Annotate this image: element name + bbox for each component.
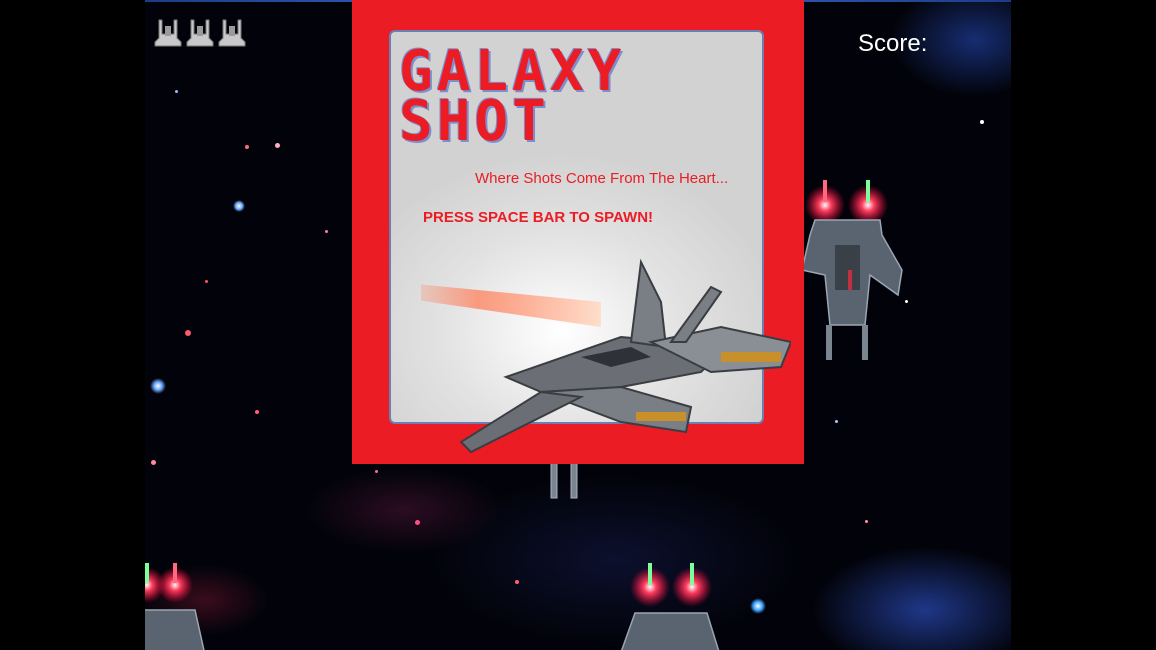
tagline: Where Shots Come From The Heart... <box>475 170 729 187</box>
enemy-ship-icon <box>620 563 720 650</box>
hero-fighter-icon <box>421 258 791 454</box>
score-label: Score: <box>858 30 928 57</box>
spawn-prompt: PRESS SPACE BAR TO SPAWN! <box>423 209 654 226</box>
enemy-ship-icon <box>145 563 205 650</box>
title-splash-panel: GALAXY SHOT Where Shots Come From The He… <box>352 0 804 464</box>
fighter-ship-icon <box>154 19 182 47</box>
enemy-ship-icon <box>801 180 903 360</box>
title-card: GALAXY SHOT Where Shots Come From The He… <box>389 30 791 454</box>
lives-indicator <box>153 16 247 48</box>
game-title-line2: SHOT <box>399 89 550 154</box>
fighter-ship-icon <box>218 19 246 47</box>
enemy-ship-icon <box>550 462 578 499</box>
fighter-ship-icon <box>186 19 214 47</box>
